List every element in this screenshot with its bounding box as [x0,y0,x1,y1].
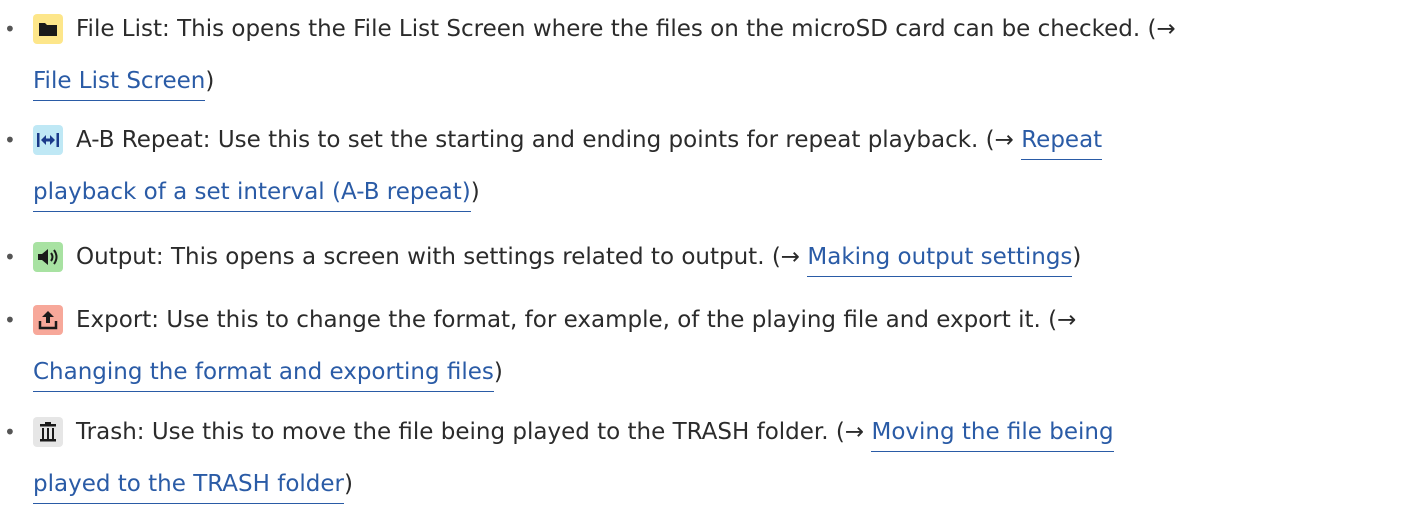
link-changing-format[interactable]: Changing the format and exporting files [33,359,494,392]
link-making-output-settings[interactable]: Making output settings [807,244,1073,277]
closing-paren: ) [470,179,480,205]
closing-paren: ) [493,359,503,385]
link-repeat-playback-cont[interactable]: playback of a set interval (A-B repeat) [33,179,471,212]
trash-icon [33,417,63,447]
item-description: A-B Repeat: Use this to set the starting… [76,127,1022,153]
bullet: • [4,245,16,269]
bullet: • [4,17,16,41]
item-description: File List: This opens the File List Scre… [76,16,1176,42]
link-moving-file-trash[interactable]: Moving the file being [871,419,1114,452]
bullet: • [4,420,16,444]
closing-paren: ) [344,471,354,497]
item-description: Trash: Use this to move the file being p… [76,419,872,445]
bullet: • [4,308,16,332]
export-icon [33,305,63,335]
folder-icon [33,14,63,44]
link-file-list-screen[interactable]: File List Screen [33,68,206,101]
link-repeat-playback[interactable]: Repeat [1021,127,1103,160]
item-description: Output: This opens a screen with setting… [76,244,808,270]
speaker-icon [33,242,63,272]
link-moving-file-trash-cont[interactable]: played to the TRASH folder [33,471,345,504]
ab-repeat-icon [33,125,63,155]
bullet: • [4,128,16,152]
closing-paren: ) [1072,244,1082,270]
item-description: Export: Use this to change the format, f… [76,307,1077,333]
closing-paren: ) [205,68,215,94]
